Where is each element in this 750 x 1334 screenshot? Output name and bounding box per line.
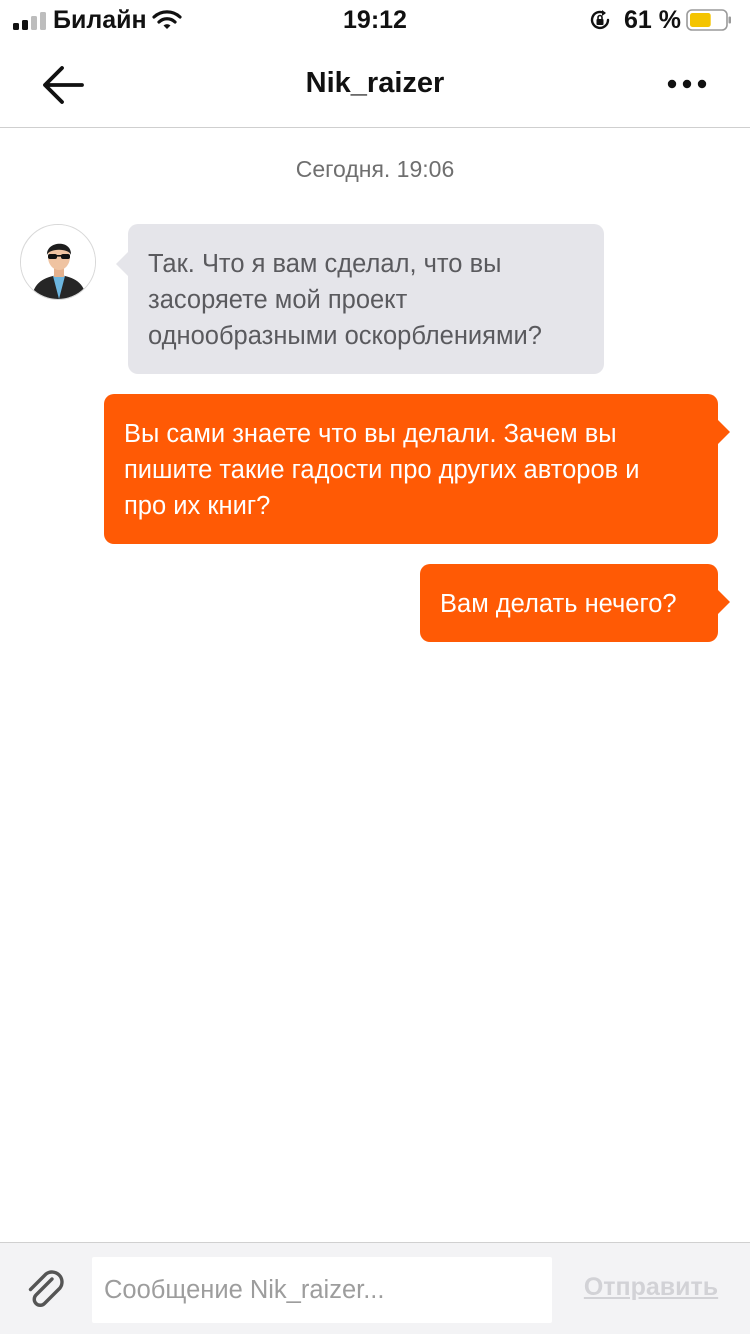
message-text-line: Так. Что я вам сделал, что вы [148, 250, 502, 278]
attach-button[interactable] [22, 1267, 70, 1315]
ellipsis-icon [667, 79, 707, 89]
send-button[interactable]: Отправить [570, 1273, 732, 1302]
more-options-button[interactable] [660, 64, 714, 104]
message-bubble-outgoing[interactable]: Вы сами знаете что вы делали. Зачем вы п… [104, 394, 730, 544]
chat-header: Nik_raizer [0, 40, 750, 128]
avatar[interactable] [20, 224, 96, 300]
message-text-line: однообразными оскорблениями? [148, 322, 542, 350]
conversation-title: Nik_raizer [305, 67, 445, 99]
message-text-line: Вам делать нечего? [440, 590, 677, 618]
message-text-line: засоряете мой проект [148, 286, 408, 314]
message-text-line: пишите такие гадости про других авторов … [124, 456, 640, 484]
message-input[interactable] [92, 1257, 552, 1323]
message-bubble-outgoing[interactable]: Вам делать нечего? [420, 564, 730, 642]
message-composer: Отправить [0, 1242, 750, 1334]
date-separator: Сегодня. 19:06 [295, 156, 455, 182]
paperclip-icon [28, 1270, 64, 1307]
user-avatar-image [21, 225, 95, 299]
message-text-line: про их книг? [124, 492, 271, 520]
message-text-line: Вы сами знаете что вы делали. Зачем вы [124, 420, 617, 448]
rotation-lock-icon [590, 10, 610, 30]
message-bubble-incoming[interactable]: Так. Что я вам сделал, что вы засоряете … [116, 224, 604, 374]
battery-percent: 61 % [624, 6, 681, 34]
battery-icon [686, 9, 731, 31]
status-bar: Билайн 19:12 61 % [0, 0, 750, 40]
